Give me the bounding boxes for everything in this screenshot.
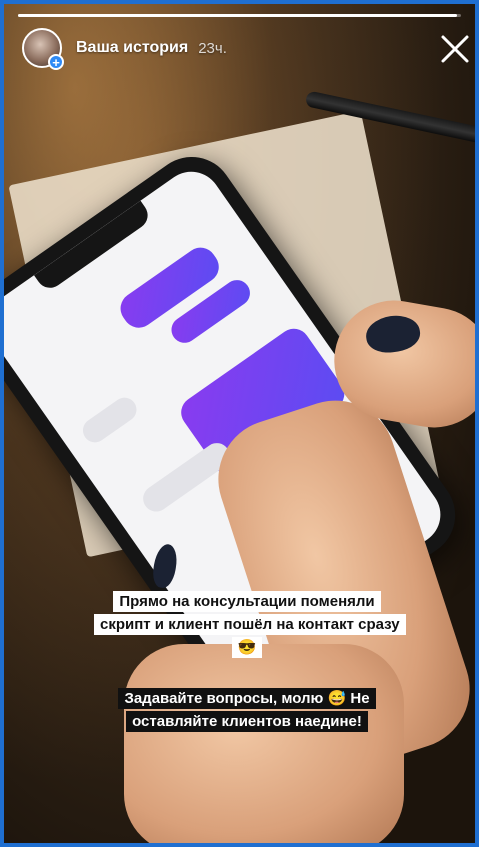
caption-text: Задавайте вопросы, молю 😅 Не оставляйте … bbox=[118, 688, 376, 732]
caption-text: Прямо на консультации поменяли скрипт и … bbox=[94, 591, 406, 658]
story-header: + Ваша история 23ч. bbox=[22, 28, 227, 70]
story-progress-bar bbox=[18, 14, 461, 17]
story-progress-fill bbox=[18, 14, 457, 17]
story-username[interactable]: Ваша история bbox=[76, 39, 188, 57]
plus-icon[interactable]: + bbox=[48, 54, 64, 70]
hand bbox=[124, 644, 404, 843]
story-caption-secondary: Задавайте вопросы, молю 😅 Не оставляйте … bbox=[80, 687, 414, 733]
close-icon[interactable] bbox=[438, 32, 472, 66]
avatar[interactable]: + bbox=[22, 28, 64, 70]
story-caption-primary: Прямо на консультации поменяли скрипт и … bbox=[94, 590, 406, 659]
chat-bubble bbox=[78, 392, 142, 448]
story-timestamp: 23ч. bbox=[198, 39, 227, 57]
